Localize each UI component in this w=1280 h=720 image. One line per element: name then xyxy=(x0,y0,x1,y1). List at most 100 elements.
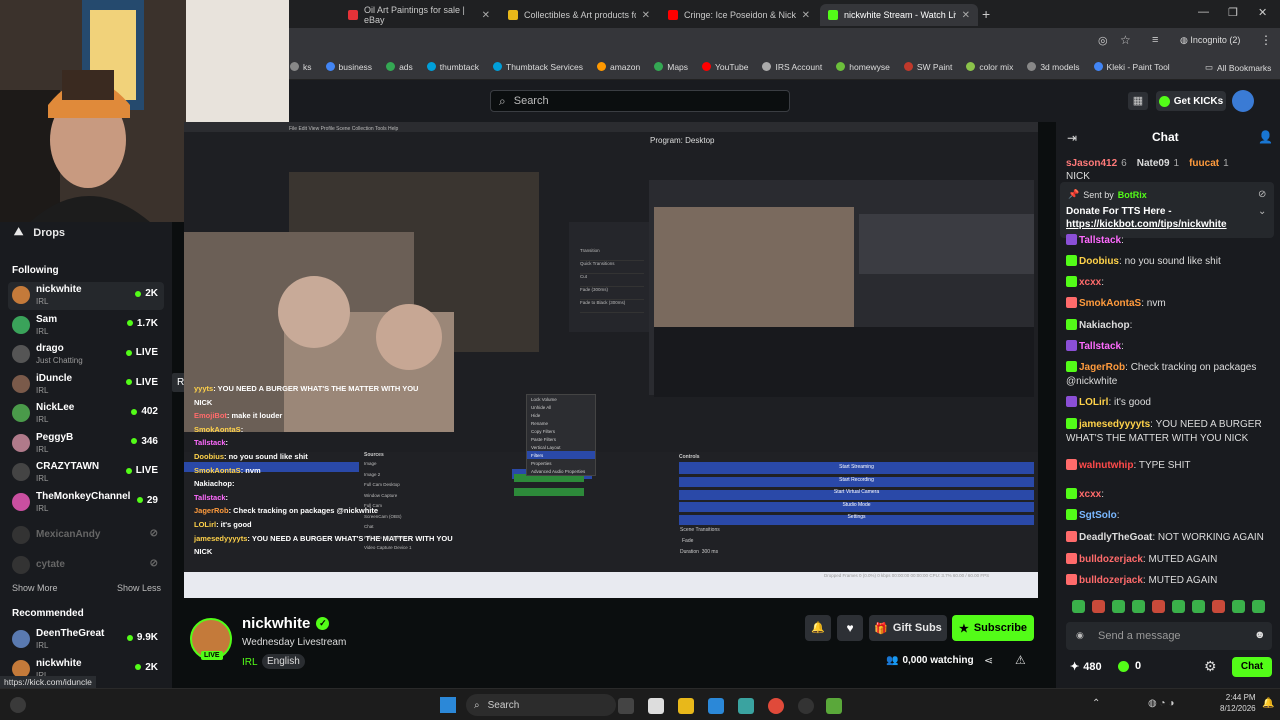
top-gifter[interactable]: Nate09 1 xyxy=(1137,158,1179,169)
media-icon[interactable]: ≡ xyxy=(1152,34,1158,46)
chat-username[interactable]: xcxx xyxy=(1079,277,1101,288)
chat-username[interactable]: Doobius xyxy=(1079,256,1119,267)
bookmark-item[interactable]: Thumbtack Services xyxy=(493,62,583,72)
chat-username[interactable]: JagerRob xyxy=(1079,362,1125,373)
show-less-button[interactable]: Show Less xyxy=(117,583,161,593)
search-input[interactable]: ⌕ Search xyxy=(490,90,790,112)
emote-icon[interactable] xyxy=(1232,600,1245,613)
close-window-button[interactable]: ✕ xyxy=(1258,6,1267,19)
sidebar-channel-offline[interactable]: MexicanAndy ⊘ xyxy=(8,522,164,550)
show-more-button[interactable]: Show More xyxy=(12,583,58,593)
notepad-icon[interactable] xyxy=(648,698,664,714)
taskview-icon[interactable] xyxy=(618,698,634,714)
emote-icon[interactable] xyxy=(1192,600,1205,613)
unpin-icon[interactable]: ⊘ xyxy=(1258,189,1266,200)
sidebar-channel[interactable]: nickwhite IRL 2K xyxy=(8,282,164,310)
eye-off-icon[interactable]: ◎ xyxy=(1098,34,1108,47)
sidebar-channel-offline[interactable]: cytate ⊘ xyxy=(8,552,164,580)
streamer-name-row[interactable]: nickwhite ✓ xyxy=(242,615,330,632)
windows-start-icon[interactable] xyxy=(440,697,456,713)
share-icon[interactable]: ⋖ xyxy=(984,654,993,667)
sidebar-channel[interactable]: TheMonkeyChannel IRL 29 xyxy=(8,489,164,517)
emote-icon[interactable] xyxy=(1132,600,1145,613)
chat-username[interactable]: walnutwhip xyxy=(1079,460,1133,471)
get-kicks-button[interactable]: Get KICKs xyxy=(1156,91,1226,111)
bookmark-item[interactable]: business xyxy=(325,62,372,72)
sidebar-channel[interactable]: iDuncle IRL LIVE xyxy=(8,371,164,399)
chat-username[interactable]: LOLirl xyxy=(1079,397,1108,408)
emote-icon[interactable] xyxy=(1172,600,1185,613)
store-icon[interactable] xyxy=(708,698,724,714)
file-explorer-icon[interactable] xyxy=(678,698,694,714)
collapse-chat-icon[interactable]: ⇥ xyxy=(1067,131,1077,145)
chat-username[interactable]: Nakiachop xyxy=(1079,320,1130,331)
sidebar-channel[interactable]: drago Just Chatting LIVE xyxy=(8,341,164,369)
bookmark-item[interactable]: YouTube xyxy=(702,62,748,72)
channel-points[interactable]: ✦ 480 xyxy=(1070,660,1102,674)
emote-icon[interactable] xyxy=(1152,600,1165,613)
dashboard-icon[interactable]: ▦ xyxy=(1128,92,1148,110)
language-tag[interactable]: English xyxy=(262,654,305,669)
new-tab-button[interactable]: + xyxy=(982,6,990,22)
emoji-icon[interactable]: ☻ xyxy=(1254,629,1266,641)
app-icon[interactable] xyxy=(738,698,754,714)
sidebar-channel[interactable]: Sam IRL 1.7K xyxy=(8,312,164,340)
chat-input[interactable]: ◉ Send a message ☻ xyxy=(1066,622,1272,650)
kicks-balance[interactable]: 0 xyxy=(1118,660,1141,672)
taskbar-search[interactable]: ⌕ Search xyxy=(466,694,616,716)
category-link[interactable]: IRL xyxy=(242,657,258,668)
close-icon[interactable]: ✕ xyxy=(642,10,650,21)
pinned-link[interactable]: https://kickbot.com/tips/nickwhite xyxy=(1066,219,1227,230)
report-icon[interactable]: ⚠ xyxy=(1015,653,1026,667)
chat-username[interactable]: bulldozerjack xyxy=(1079,575,1143,586)
bell-icon[interactable]: 🔔 xyxy=(805,615,831,641)
user-avatar[interactable] xyxy=(1232,90,1254,112)
sidebar-item-drops[interactable]: ⛰ Drops xyxy=(14,226,65,239)
chat-username[interactable]: xcxx xyxy=(1079,489,1101,500)
chat-username[interactable]: Tallstack xyxy=(1079,341,1121,352)
chevron-down-icon[interactable]: ⌄ xyxy=(1258,206,1266,217)
menu-icon[interactable]: ⋮ xyxy=(1260,33,1272,47)
tray-chevron-icon[interactable]: ⌃ xyxy=(1092,698,1100,709)
emote-icon[interactable] xyxy=(1092,600,1105,613)
maximize-button[interactable]: ❐ xyxy=(1228,6,1238,19)
settings-icon[interactable]: ⚙ xyxy=(1204,658,1217,675)
widgets-icon[interactable] xyxy=(10,697,26,713)
bookmark-item[interactable]: 3d models xyxy=(1027,62,1080,72)
emote-icon[interactable] xyxy=(1112,600,1125,613)
chat-username[interactable]: bulldozerjack xyxy=(1079,554,1143,565)
bookmark-item[interactable]: homewyse xyxy=(836,62,890,72)
notification-icon[interactable]: 🔔 xyxy=(1262,698,1274,709)
bookmark-item[interactable]: Kleki - Paint Tool xyxy=(1093,62,1170,72)
network-icon[interactable]: ◍ ◔ ◑ xyxy=(1148,698,1174,709)
bookmark-item[interactable]: ks xyxy=(290,62,312,72)
subscribe-button[interactable]: ★ Subscribe xyxy=(952,615,1034,641)
top-gifter[interactable]: sJason412 6 xyxy=(1066,158,1127,169)
send-chat-button[interactable]: Chat xyxy=(1232,657,1272,677)
clock[interactable]: 2:44 PM 8/12/2026 xyxy=(1220,692,1256,714)
close-icon[interactable]: ✕ xyxy=(482,10,490,21)
emote-icon[interactable] xyxy=(1212,600,1225,613)
emote-icon[interactable] xyxy=(1072,600,1085,613)
gift-subs-button[interactable]: 🎁 Gift Subs xyxy=(869,615,947,641)
bookmark-item[interactable]: IRS Account xyxy=(762,62,822,72)
bookmark-item[interactable]: ads xyxy=(386,62,413,72)
tab-collectibles[interactable]: Collectibles & Art products for ✕ xyxy=(500,4,658,26)
chrome-icon[interactable] xyxy=(768,698,784,714)
app-icon[interactable] xyxy=(826,698,842,714)
sidebar-channel[interactable]: CRAZYTAWN IRL LIVE xyxy=(8,459,164,487)
heart-icon[interactable]: ♥ xyxy=(837,615,863,641)
sidebar-channel[interactable]: NickLee IRL 402 xyxy=(8,400,164,428)
profile-indicator[interactable]: ◍ Incognito (2) xyxy=(1180,35,1240,46)
chat-username[interactable]: DeadlyTheGoat xyxy=(1079,532,1152,543)
bookmark-item[interactable]: thumbtack xyxy=(426,62,479,72)
tab-youtube[interactable]: Cringe: Ice Poseidon & Nick W ✕ xyxy=(660,4,818,26)
top-gifter[interactable]: fuucat 1 xyxy=(1189,158,1229,169)
chat-username[interactable]: SgtSolo xyxy=(1079,510,1117,521)
video-player[interactable]: Program: Desktop File Edit View Profile … xyxy=(184,122,1038,598)
star-icon[interactable]: ☆ xyxy=(1120,33,1131,47)
minimize-button[interactable]: — xyxy=(1198,6,1209,18)
chat-username[interactable]: SmokAontaS xyxy=(1079,298,1141,309)
chat-username[interactable]: jamesedyyyyts xyxy=(1079,419,1150,430)
bookmark-item[interactable]: Maps xyxy=(654,62,688,72)
